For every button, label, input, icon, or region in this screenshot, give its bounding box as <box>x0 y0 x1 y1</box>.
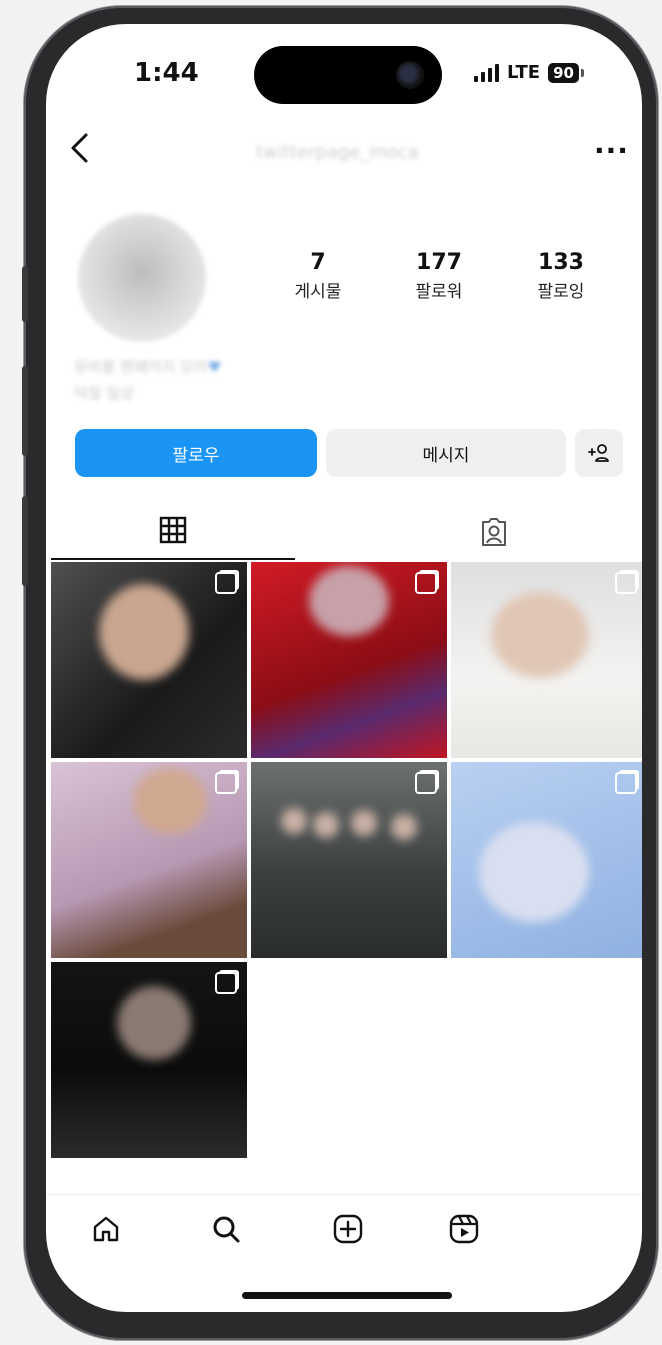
bio-line-1: 뮤비촬 팬페이지 모아 <box>74 358 208 376</box>
post-tile-1[interactable] <box>51 562 247 758</box>
post-2-face <box>309 566 389 636</box>
nav-home[interactable] <box>86 1209 126 1249</box>
more-options-button[interactable]: ··· <box>594 134 629 167</box>
stat-followers[interactable]: 177 팔로워 <box>394 250 484 302</box>
stat-followers-value: 177 <box>416 250 462 275</box>
post-tile-6[interactable] <box>451 762 642 958</box>
volume-down-button <box>22 496 28 586</box>
post-6-face <box>479 822 589 922</box>
nav-search[interactable] <box>206 1209 246 1249</box>
multiple-posts-icon <box>415 572 437 594</box>
stat-posts-label: 게시물 <box>294 282 342 302</box>
message-button[interactable]: 메시지 <box>326 429 566 477</box>
post-5-face <box>391 814 417 840</box>
stat-following-value: 133 <box>538 250 584 275</box>
home-icon <box>93 1216 119 1242</box>
network-label: LTE <box>507 62 541 83</box>
status-indicators: LTE 90 <box>474 62 584 83</box>
camera-icon <box>396 61 424 89</box>
profile-bio: 뮤비촬 팬페이지 모아♥ 덕질 일상 <box>74 354 221 406</box>
stat-following[interactable]: 133 팔로잉 <box>516 250 606 302</box>
tab-posts-grid[interactable] <box>51 502 295 560</box>
chevron-left-icon <box>71 133 88 163</box>
home-indicator[interactable] <box>242 1292 452 1299</box>
tagged-person-icon <box>482 518 506 546</box>
multiple-posts-icon <box>215 972 237 994</box>
tab-tagged[interactable] <box>372 502 616 562</box>
multiple-posts-icon <box>215 572 237 594</box>
stat-posts[interactable]: 7 게시물 <box>273 250 363 302</box>
post-3-face <box>491 592 589 678</box>
avatar[interactable] <box>78 214 206 342</box>
multiple-posts-icon <box>415 772 437 794</box>
back-button[interactable] <box>68 132 90 173</box>
battery-icon: 90 <box>548 62 579 83</box>
multiple-posts-icon <box>615 772 637 794</box>
post-5-face <box>281 808 307 834</box>
stat-posts-value: 7 <box>310 250 326 275</box>
signal-icon <box>474 63 499 82</box>
bottom-nav <box>46 1194 642 1267</box>
post-5-face <box>351 810 377 836</box>
post-tile-3[interactable] <box>451 562 642 758</box>
post-tile-2[interactable] <box>251 562 447 758</box>
suggested-users-button[interactable] <box>575 429 623 477</box>
stat-followers-label: 팔로워 <box>415 282 463 302</box>
search-icon <box>213 1216 240 1243</box>
create-icon <box>333 1214 363 1244</box>
stat-following-label: 팔로잉 <box>537 282 585 302</box>
grid-icon <box>159 516 187 544</box>
screen: 1:44 LTE 90 twitterpage_moca ··· 7 게시물 1… <box>46 24 642 1312</box>
nav-create[interactable] <box>328 1209 368 1249</box>
post-4-face <box>133 768 207 834</box>
post-tile-5[interactable] <box>251 762 447 958</box>
post-7-face <box>117 986 191 1060</box>
bio-line-2: 덕질 일상 <box>74 384 134 402</box>
post-5-face <box>313 812 339 838</box>
battery-tip <box>580 68 584 77</box>
status-time: 1:44 <box>134 58 199 88</box>
nav-reels[interactable] <box>444 1209 484 1249</box>
multiple-posts-icon <box>615 572 637 594</box>
reels-icon <box>449 1214 479 1244</box>
dynamic-island <box>254 46 442 104</box>
follow-button[interactable]: 팔로우 <box>75 429 317 477</box>
post-tile-4[interactable] <box>51 762 247 958</box>
heart-icon: ♥ <box>207 358 222 376</box>
post-tile-7[interactable] <box>51 962 247 1158</box>
post-1-face <box>99 584 189 680</box>
username: twitterpage_moca <box>256 142 419 163</box>
mute-switch <box>22 266 28 322</box>
add-person-icon <box>588 444 609 462</box>
multiple-posts-icon <box>215 772 237 794</box>
volume-up-button <box>22 366 28 456</box>
